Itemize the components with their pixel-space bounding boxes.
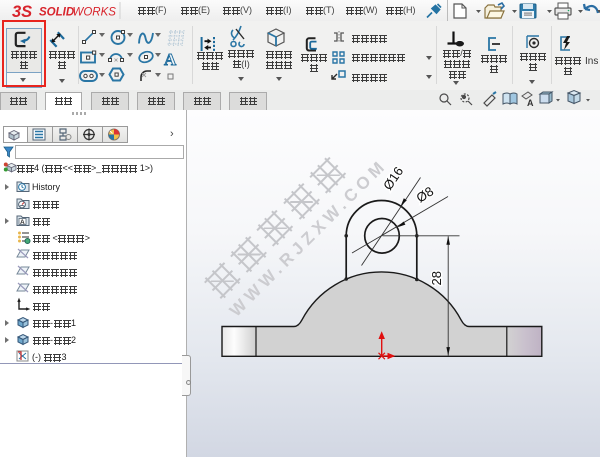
svg-text:3S: 3S (12, 3, 32, 21)
svg-text:WORKS: WORKS (73, 7, 117, 19)
svg-text:A: A (527, 98, 534, 108)
svg-text:Ø8: Ø8 (413, 183, 436, 205)
svg-text:Ø16: Ø16 (380, 164, 406, 193)
svg-text:SOLID: SOLID (39, 7, 74, 19)
svg-text:28: 28 (429, 271, 444, 285)
svg-text:A: A (20, 219, 25, 226)
svg-text:A: A (164, 50, 177, 69)
